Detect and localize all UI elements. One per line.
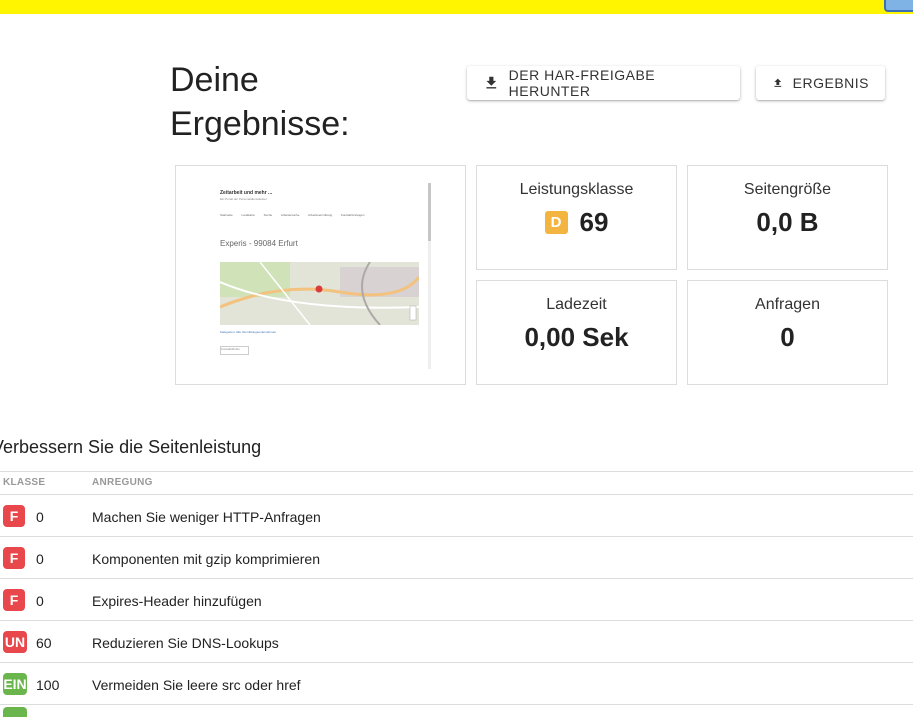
performance-label: Leistungsklasse bbox=[519, 181, 634, 198]
result-button[interactable]: ERGEBNIS bbox=[756, 66, 885, 100]
performance-grade-badge: D bbox=[544, 211, 568, 234]
grade-badge: UN bbox=[3, 631, 27, 653]
thumb-nav: Startseite Landkarte Suche Arbeitersuche… bbox=[220, 213, 365, 217]
load-time-card: Ladezeit 0,00 Sek bbox=[476, 280, 677, 385]
row-suggestion: Komponenten mit gzip komprimieren bbox=[92, 551, 320, 567]
load-time-value: 0,00 Sek bbox=[524, 322, 629, 352]
page-screenshot-thumbnail: Zeitarbeit und mehr ... Ein Portal der P… bbox=[175, 165, 466, 385]
page-size-value: 0,0 B bbox=[756, 207, 819, 237]
performance-grade-card: Leistungsklasse D 69 bbox=[476, 165, 677, 270]
improvement-table: KLASSE ANREGUNG F 0 Machen Sie weniger H… bbox=[0, 471, 913, 705]
row-score: 100 bbox=[36, 677, 60, 693]
row-suggestion: Expires-Header hinzufügen bbox=[92, 593, 262, 609]
table-row[interactable]: EIN 100 Vermeiden Sie leere src oder hre… bbox=[0, 663, 913, 705]
download-har-label: DER HAR-FREIGABE HERUNTER bbox=[508, 67, 656, 99]
improve-section-title: Verbessern Sie die Seitenleistung bbox=[0, 437, 262, 457]
header-suggestion: ANREGUNG bbox=[92, 477, 153, 488]
result-label: ERGEBNIS bbox=[792, 75, 869, 91]
table-row[interactable]: UN 60 Reduzieren Sie DNS-Lookups bbox=[0, 621, 913, 663]
grade-badge: F bbox=[3, 505, 25, 527]
table-row[interactable]: F 0 Expires-Header hinzufügen bbox=[0, 579, 913, 621]
banner-tab-icon[interactable] bbox=[884, 0, 913, 12]
thumb-heading: Experis - 99084 Erfurt bbox=[220, 239, 298, 248]
page-title: Deine Ergebnisse: bbox=[170, 61, 350, 143]
download-icon bbox=[486, 76, 497, 89]
requests-value: 0 bbox=[780, 322, 795, 352]
load-time-label: Ladezeit bbox=[546, 296, 607, 313]
performance-score: 69 bbox=[579, 207, 609, 237]
download-har-button[interactable]: DER HAR-FREIGABE HERUNTER bbox=[467, 66, 740, 100]
thumb-map bbox=[220, 262, 419, 325]
next-row-badge bbox=[3, 707, 27, 717]
thumb-site-title: Zeitarbeit und mehr ... bbox=[220, 190, 273, 196]
requests-label: Anfragen bbox=[755, 296, 820, 313]
header-grade: KLASSE bbox=[3, 477, 46, 488]
requests-card: Anfragen 0 bbox=[687, 280, 888, 385]
table-header: KLASSE ANREGUNG bbox=[0, 472, 913, 495]
thumb-scrollbar bbox=[428, 183, 431, 369]
row-score: 60 bbox=[36, 635, 52, 651]
row-score: 0 bbox=[36, 551, 44, 567]
thumb-site-subtitle: Ein Portal der Personaldienstleister bbox=[220, 197, 267, 201]
row-suggestion: Reduzieren Sie DNS-Lookups bbox=[92, 635, 279, 651]
row-suggestion: Machen Sie weniger HTTP-Anfragen bbox=[92, 509, 321, 525]
thumb-button: Kontakt/Rufen bbox=[220, 346, 249, 355]
grade-badge: EIN bbox=[3, 673, 27, 695]
upload-icon bbox=[774, 78, 782, 87]
thumb-link: Kategorien: Alle Vermittlungsunternehmen bbox=[220, 330, 277, 334]
top-banner bbox=[0, 0, 913, 14]
table-row[interactable]: F 0 Komponenten mit gzip komprimieren bbox=[0, 537, 913, 579]
grade-badge: F bbox=[3, 589, 25, 611]
page-size-label: Seitengröße bbox=[743, 181, 832, 198]
row-score: 0 bbox=[36, 593, 44, 609]
thumb-scrollbar-thumb bbox=[428, 183, 431, 241]
page-size-card: Seitengröße 0,0 B bbox=[687, 165, 888, 270]
row-suggestion: Vermeiden Sie leere src oder href bbox=[92, 677, 301, 693]
grade-badge: F bbox=[3, 547, 25, 569]
table-row[interactable]: F 0 Machen Sie weniger HTTP-Anfragen bbox=[0, 495, 913, 537]
row-score: 0 bbox=[36, 509, 44, 525]
